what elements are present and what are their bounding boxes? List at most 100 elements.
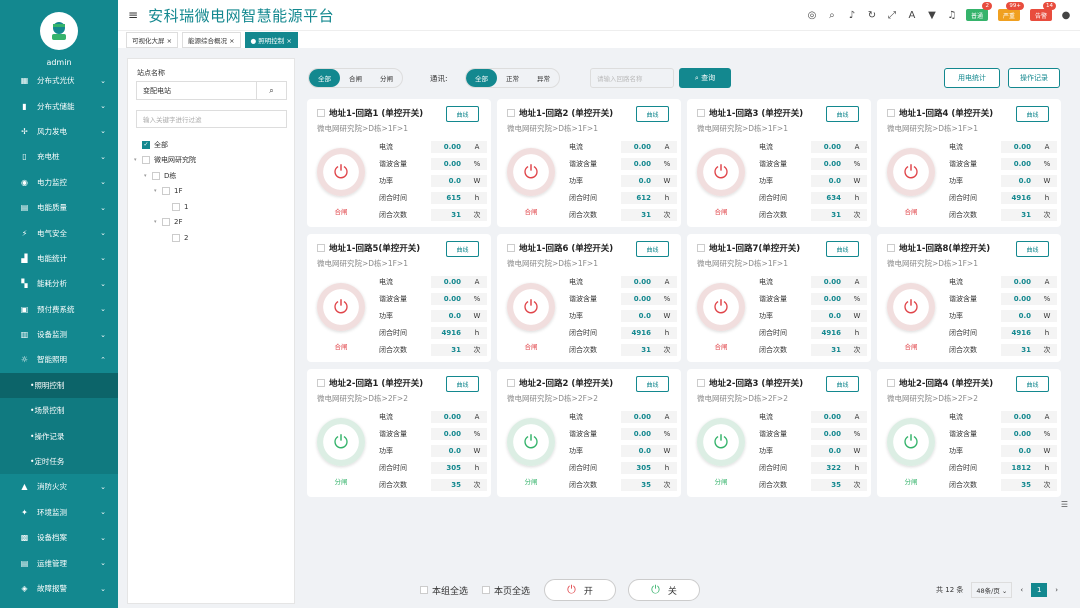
tree-node[interactable]: ▾ 1F	[134, 184, 196, 200]
curve-button[interactable]: 曲线	[826, 106, 859, 122]
curve-button[interactable]: 曲线	[446, 106, 479, 122]
menu-toggle-icon[interactable]: ≡	[128, 8, 138, 22]
curve-button[interactable]: 曲线	[446, 376, 479, 392]
station-search-icon[interactable]: ⌕	[256, 82, 286, 99]
checkbox[interactable]	[507, 379, 515, 387]
checkbox[interactable]: ✓	[142, 140, 150, 149]
group-select-all[interactable]: 本组全选	[420, 584, 468, 597]
checkbox[interactable]	[697, 244, 705, 252]
curve-button[interactable]: 曲线	[446, 241, 479, 257]
power-toggle[interactable]: ⏻	[697, 283, 745, 331]
switch-on-button[interactable]: ⏻ 开	[544, 579, 617, 601]
nav-item[interactable]: ◉ 电力监控 ⌄	[0, 170, 118, 195]
expand-arrow-icon[interactable]: ▾	[144, 173, 152, 179]
nav-item[interactable]: ▲ 消防火灾 ⌄	[0, 474, 118, 499]
nav-item[interactable]: ⚡ 电气安全 ⌄	[0, 220, 118, 245]
user-icon[interactable]: ●	[1060, 10, 1072, 21]
op-log-button[interactable]: 操作记录	[1008, 68, 1060, 88]
help-icon[interactable]: ◎	[806, 10, 818, 21]
filter-option[interactable]: 分闸	[371, 69, 402, 87]
bell-icon[interactable]: ♫	[946, 10, 958, 21]
nav-item[interactable]: ◈ 故障报警 ⌄	[0, 576, 118, 601]
station-select[interactable]: 变配电站 ⌕	[136, 81, 287, 100]
power-toggle[interactable]: ⏻	[697, 148, 745, 196]
checkbox[interactable]	[697, 109, 705, 117]
page-number[interactable]: 1	[1031, 583, 1048, 597]
power-toggle[interactable]: ⏻	[317, 148, 365, 196]
alarm-badge[interactable]: 普通 2	[965, 2, 992, 21]
checkbox[interactable]	[507, 244, 515, 252]
tree-node[interactable]: ▾ 微电网研究院	[134, 153, 196, 169]
nav-item[interactable]: ▤ 电能质量 ⌄	[0, 195, 118, 220]
curve-button[interactable]: 曲线	[826, 241, 859, 257]
checkbox[interactable]	[317, 109, 325, 117]
filter-option[interactable]: 全部	[309, 69, 340, 87]
nav-item[interactable]: ▦ 分布式光伏 ⌄	[0, 68, 118, 93]
next-page-icon[interactable]: ›	[1055, 586, 1058, 594]
checkbox[interactable]	[152, 171, 160, 180]
checkbox[interactable]	[317, 379, 325, 387]
power-toggle[interactable]: ⏻	[887, 283, 935, 331]
expand-arrow-icon[interactable]: ▾	[134, 157, 142, 163]
page-tab[interactable]: 能源综合概况 ×	[182, 31, 241, 48]
fullscreen-icon[interactable]: ⤢	[886, 10, 898, 21]
curve-button[interactable]: 曲线	[1016, 106, 1049, 122]
filter-option[interactable]: 正常	[497, 69, 528, 87]
nav-item[interactable]: ✢ 风力发电 ⌄	[0, 119, 118, 144]
curve-button[interactable]: 曲线	[826, 376, 859, 392]
settings-icon[interactable]: ☰	[1061, 500, 1068, 509]
loop-search-input[interactable]: 请输入回路名称	[590, 68, 674, 88]
checkbox[interactable]	[887, 379, 895, 387]
nav-item[interactable]: ▥ 设备监测 ⌄	[0, 322, 118, 347]
nav-item[interactable]: ▣ 预付费系统 ⌄	[0, 297, 118, 322]
nav-subitem[interactable]: • 操作记录	[0, 423, 118, 449]
checkbox[interactable]	[317, 244, 325, 252]
nav-item[interactable]: ▮ 分布式储能 ⌄	[0, 93, 118, 118]
nav-item[interactable]: ▩ 设备档案 ⌄	[0, 525, 118, 550]
alarm-badge[interactable]: 告警 14	[1029, 2, 1056, 21]
checkbox[interactable]	[162, 218, 170, 227]
checkbox[interactable]	[887, 244, 895, 252]
curve-button[interactable]: 曲线	[1016, 376, 1049, 392]
search-icon[interactable]: ⌕	[826, 10, 838, 21]
checkbox[interactable]	[420, 586, 428, 594]
nav-item[interactable]: ☼ 智能照明 ⌃	[0, 347, 118, 373]
prev-page-icon[interactable]: ‹	[1020, 586, 1023, 594]
filter-option[interactable]: 全部	[466, 69, 497, 87]
sound-icon[interactable]: ♪	[846, 10, 858, 21]
tree-node[interactable]: 2	[134, 230, 196, 246]
filter-option[interactable]: 合闸	[340, 69, 371, 87]
nav-item[interactable]: ▤ 运维管理 ⌄	[0, 550, 118, 575]
checkbox[interactable]	[142, 156, 150, 165]
tree-filter-input[interactable]: 输入关键字进行过滤	[136, 110, 287, 128]
power-toggle[interactable]: ⏻	[887, 418, 935, 466]
checkbox[interactable]	[887, 109, 895, 117]
switch-off-button[interactable]: ⏻ 关	[628, 579, 701, 601]
power-toggle[interactable]: ⏻	[507, 283, 555, 331]
checkbox[interactable]	[482, 586, 491, 594]
tree-node[interactable]: ✓ 全部	[134, 137, 196, 153]
close-icon[interactable]: ×	[284, 37, 291, 45]
query-button[interactable]: ⌕ 查询	[679, 68, 731, 88]
tree-node[interactable]: ▾ 2F	[134, 215, 196, 231]
nav-subitem[interactable]: • 场景控制	[0, 398, 118, 424]
checkbox[interactable]	[172, 233, 180, 242]
theme-icon[interactable]: ▼	[926, 10, 938, 21]
close-icon[interactable]: ×	[227, 37, 234, 45]
power-toggle[interactable]: ⏻	[507, 148, 555, 196]
page-select-all[interactable]: 本页全选	[482, 584, 530, 597]
close-icon[interactable]: ×	[165, 37, 172, 45]
nav-subitem[interactable]: • 定时任务	[0, 448, 118, 475]
curve-button[interactable]: 曲线	[636, 106, 669, 122]
power-toggle[interactable]: ⏻	[887, 148, 935, 196]
usage-stats-button[interactable]: 用电统计	[944, 68, 1000, 88]
page-tab[interactable]: 可视化大屏 ×	[126, 31, 179, 48]
tree-node[interactable]: ▾ D栋	[134, 168, 196, 184]
power-toggle[interactable]: ⏻	[317, 418, 365, 466]
nav-subitem[interactable]: • 照明控制	[0, 372, 118, 399]
checkbox[interactable]	[162, 187, 170, 196]
nav-item[interactable]: ▟ 电能统计 ⌄	[0, 246, 118, 271]
nav-item[interactable]: ▯ 充电桩 ⌄	[0, 144, 118, 169]
refresh-icon[interactable]: ↻	[866, 10, 878, 21]
power-toggle[interactable]: ⏻	[507, 418, 555, 466]
